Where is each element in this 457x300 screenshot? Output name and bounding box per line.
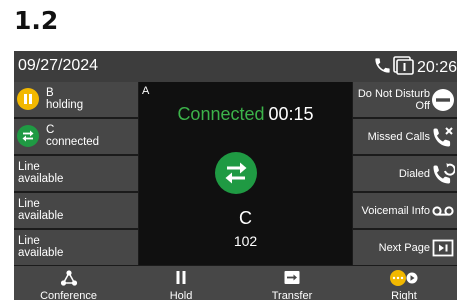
line-key-state: available (18, 173, 64, 185)
right-label: Right (391, 290, 417, 300)
more-options-icon (388, 269, 420, 292)
dialed-button[interactable]: Dialed (353, 156, 457, 191)
softkey-label: Missed Calls (367, 130, 430, 143)
softkey-label: Next Page (378, 241, 430, 254)
hold-label: Hold (169, 290, 193, 300)
conference-button[interactable]: Conference (17, 266, 120, 300)
line-key-state: available (18, 247, 64, 259)
line-key-3[interactable]: Line available (14, 156, 138, 191)
hold-button[interactable]: Hold (131, 266, 231, 300)
step-number: 1.2 (14, 6, 59, 35)
line-key-label: C (46, 124, 55, 136)
hold-icon (172, 269, 190, 292)
status-date: 09/27/2024 (18, 57, 99, 74)
active-call-panel: A Connected 00:15 C 102 (139, 82, 352, 265)
line-key-label: Line (18, 198, 40, 210)
next-page-button[interactable]: Next Page (353, 230, 457, 265)
conference-icon (60, 269, 78, 292)
softkey-label: Voicemail Info (361, 204, 430, 217)
status-time: 20:26 (416, 58, 457, 76)
softkey-sublabel: Off (415, 99, 430, 112)
do-not-disturb-icon (431, 88, 455, 112)
transfer-label: Transfer (271, 290, 313, 300)
call-line-id: A (142, 85, 150, 97)
next-page-icon (431, 236, 455, 260)
call-log-icon (392, 55, 414, 80)
line-key-state: available (18, 210, 64, 222)
line-key-label: B (46, 87, 54, 99)
line-key-label: Line (18, 161, 40, 173)
phone-screen: 09/27/2024 20:26 Bholding Cconnected Lin… (14, 51, 457, 300)
line-key-state: holding (46, 99, 84, 111)
line-key-state: connected (46, 136, 100, 148)
softkey-label: Do Not Disturb (357, 87, 430, 100)
line-key-5[interactable]: Line available (14, 230, 138, 265)
line-keys: Bholding Cconnected Line available Line av… (14, 82, 139, 265)
line-key-c[interactable]: Cconnected (14, 119, 138, 154)
pause-icon (17, 88, 39, 110)
line-key-label: Line (18, 235, 40, 247)
conference-label: Conference (40, 290, 97, 300)
call-timer: 00:15 (268, 104, 314, 124)
transfer-icon (282, 269, 302, 292)
call-status: Connected (177, 104, 265, 124)
bottom-softkey-bar: Conference Hold Transfer Right (14, 266, 457, 300)
missed-calls-icon (431, 125, 455, 149)
softkey-label: Dialed (398, 167, 430, 180)
phone-handset-icon (373, 56, 392, 80)
dialed-calls-icon (431, 162, 456, 186)
line-key-b[interactable]: Bholding (14, 82, 138, 117)
contact-name: C (239, 208, 252, 228)
line-key-4[interactable]: Line available (14, 193, 138, 228)
voicemail-icon (431, 199, 455, 223)
status-bar: 09/27/2024 20:26 (14, 51, 457, 82)
call-transfer-icon (215, 152, 257, 194)
transfer-arrows-icon (17, 125, 39, 147)
softkeys: Do Not Disturb Off Missed Calls Dialed Vo… (352, 82, 457, 265)
do-not-disturb-button[interactable]: Do Not Disturb Off (353, 82, 457, 117)
transfer-button[interactable]: Transfer (242, 266, 342, 300)
missed-calls-button[interactable]: Missed Calls (353, 119, 457, 154)
voicemail-info-button[interactable]: Voicemail Info (353, 193, 457, 228)
contact-number: 102 (233, 233, 258, 249)
right-button[interactable]: Right (354, 266, 454, 300)
